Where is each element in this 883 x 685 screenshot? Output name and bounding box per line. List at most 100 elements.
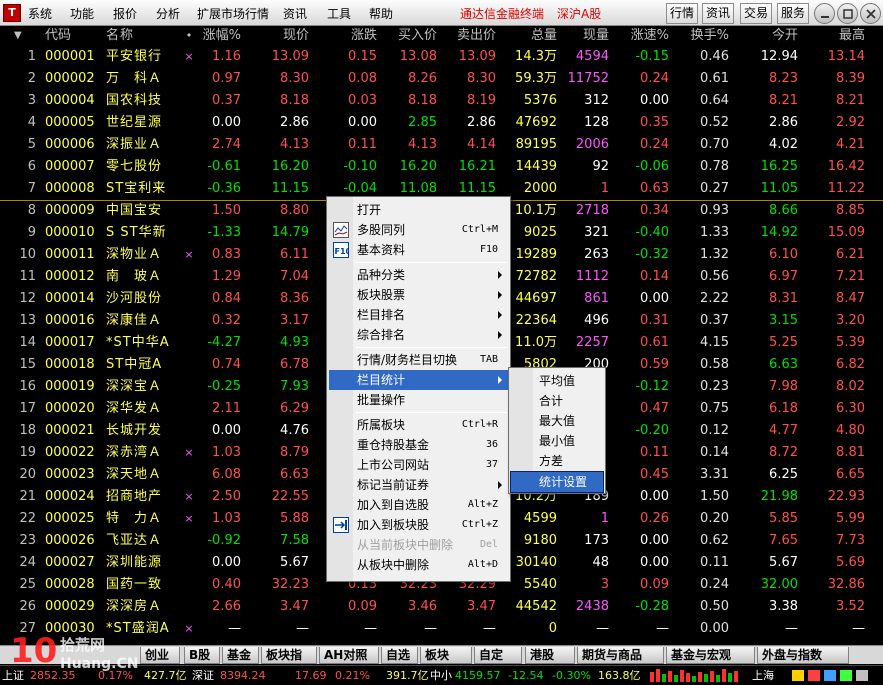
speed-pct: 0.14 — [640, 269, 669, 284]
minimize-icon[interactable] — [814, 3, 835, 24]
stock-name: 深华发Ａ — [106, 401, 163, 416]
tab-market[interactable]: 期货与商品 — [577, 647, 664, 664]
row-number: 18 — [19, 423, 36, 438]
menu-item-label: 栏目统计 — [357, 373, 406, 387]
header-bid[interactable]: 买入价 — [383, 26, 437, 46]
header-high[interactable]: 最高 — [810, 26, 865, 46]
turnover-pct: 0.27 — [700, 181, 729, 196]
tab-market[interactable]: 外盘与指数 — [757, 647, 849, 664]
menu-help[interactable]: 帮助 — [369, 6, 393, 22]
menu-info[interactable]: 资讯 — [283, 6, 307, 22]
speed-pct: 0.35 — [640, 115, 669, 130]
submenu-item[interactable]: 平均值 — [511, 371, 603, 391]
pct-change: 1.50 — [212, 203, 241, 218]
context-menu-item[interactable]: 上市公司网站 37 — [329, 455, 508, 475]
quote-button[interactable]: 行情 — [666, 3, 698, 24]
header-code[interactable]: 代码 — [45, 26, 100, 46]
row-number: 23 — [19, 533, 36, 548]
header-volume[interactable]: 总量 — [500, 26, 557, 46]
current-price: 7.04 — [280, 269, 309, 284]
tab-market[interactable]: 创业 — [140, 647, 180, 664]
context-menu: 打开 多股同列 Ctrl+M F10 基本资料 F10 品种分类 板块股票 栏目排名 综合排名行情… — [326, 196, 511, 582]
context-menu-item[interactable]: 从板块中删除 Alt+D — [329, 555, 508, 575]
header-pct[interactable]: 涨幅% — [195, 26, 241, 46]
price-change: 0.03 — [348, 93, 377, 108]
context-menu-item[interactable]: 品种分类 — [329, 265, 508, 285]
submenu-item[interactable]: 方差 — [511, 451, 603, 471]
table-row[interactable]: 26 000029 深深房Ａ 2.66 3.47 0.09 3.46 3.47 44542 243… — [0, 596, 883, 618]
high-price: 8.47 — [836, 291, 865, 306]
submenu-item[interactable]: 最大值 — [511, 411, 603, 431]
tab-market[interactable]: 自选 — [381, 647, 418, 664]
header-ask[interactable]: 卖出价 — [442, 26, 496, 46]
submenu-item[interactable]: 最小值 — [511, 431, 603, 451]
tab-market[interactable]: 自定 — [474, 647, 522, 664]
current-price: 32.23 — [271, 577, 309, 592]
menu-item-shortcut: Ctrl+M — [461, 224, 498, 235]
header-speed[interactable]: 涨速% — [620, 26, 669, 46]
tab-market[interactable]: 港股 — [525, 647, 575, 664]
context-menu-item[interactable]: 多股同列 Ctrl+M — [329, 220, 508, 240]
table-row[interactable]: 6 000007 零七股份 -0.61 16.20 -0.10 16.20 16.21 1443… — [0, 156, 883, 178]
stock-code: 000026 — [45, 533, 95, 548]
row-number: 8 — [27, 203, 36, 218]
submenu-item-label: 统计设置 — [539, 475, 588, 489]
context-menu-item[interactable]: 标记当前证券 — [329, 475, 508, 495]
header-current-volume[interactable]: 现量 — [560, 26, 609, 46]
menu-system[interactable]: 系统 — [28, 6, 52, 22]
open-price: 6.25 — [769, 467, 798, 482]
tab-market[interactable]: B股 — [184, 647, 220, 664]
header-name[interactable]: 名称 — [106, 26, 176, 46]
bid-price: — — [424, 621, 437, 636]
context-menu-item[interactable]: 综合排名 — [329, 325, 508, 345]
header-open[interactable]: 今开 — [745, 26, 798, 46]
stock-name: 招商地产 — [106, 489, 163, 504]
submenu-item[interactable]: 统计设置 — [510, 471, 604, 493]
table-row[interactable]: 3 000004 国农科技 0.37 8.18 0.03 8.18 8.19 5376 312 0.… — [0, 90, 883, 112]
tab-market[interactable]: AH对照 — [319, 647, 379, 664]
pct-change: 1.03 — [212, 445, 241, 460]
ask-price: 8.30 — [467, 71, 496, 86]
row-number: 25 — [19, 577, 36, 592]
price-change: 0.11 — [348, 137, 377, 152]
table-row[interactable]: 2 000002 万 科Ａ 0.97 8.30 0.08 8.26 8.30 59.3万 1175… — [0, 68, 883, 90]
app-logo-icon[interactable]: T — [3, 4, 21, 22]
context-menu-item[interactable]: 加入到板块股 Ctrl+Z — [329, 515, 508, 535]
header-price[interactable]: 现价 — [255, 26, 309, 46]
menu-quote[interactable]: 报价 — [113, 6, 137, 22]
service-button[interactable]: 服务 — [777, 3, 809, 24]
sort-down-icon[interactable]: ▼ — [14, 26, 28, 46]
context-menu-item[interactable]: 批量操作 — [329, 390, 508, 410]
context-menu-item[interactable]: 打开 — [329, 200, 508, 220]
menu-analysis[interactable]: 分析 — [156, 6, 180, 22]
menu-extended-market[interactable]: 扩展市场行情 — [197, 6, 269, 22]
info-button[interactable]: 资讯 — [702, 3, 734, 24]
close-icon[interactable] — [860, 3, 881, 24]
tab-market[interactable]: 板块指数 — [261, 647, 317, 679]
table-row[interactable]: 1 000001 平安银行 × 1.16 13.09 0.15 13.08 13.09 14.3万… — [0, 46, 883, 68]
context-menu-item[interactable]: F10 基本资料 F10 — [329, 240, 508, 260]
menu-function[interactable]: 功能 — [70, 6, 94, 22]
table-row[interactable]: 4 000005 世纪星源 0.00 2.86 0.00 2.85 2.86 47692 128 0… — [0, 112, 883, 134]
header-turnover[interactable]: 换手% — [683, 26, 729, 46]
row-number: 22 — [19, 511, 36, 526]
tab-market[interactable]: 基金与宏观 — [666, 647, 755, 664]
context-menu-item[interactable]: 栏目统计 — [329, 370, 508, 390]
table-row[interactable]: 5 000006 深振业Ａ 2.74 4.13 0.11 4.13 4.14 89195 2006… — [0, 134, 883, 156]
context-menu-item[interactable]: 栏目排名 — [329, 305, 508, 325]
maximize-icon[interactable] — [837, 3, 858, 24]
trade-button[interactable]: 交易 — [740, 3, 772, 24]
tab-market[interactable]: 基金 — [222, 647, 259, 664]
menu-tools[interactable]: 工具 — [327, 6, 351, 22]
speed-pct: 0.61 — [640, 335, 669, 350]
speed-pct: 0.31 — [640, 313, 669, 328]
pct-change: 1.03 — [212, 511, 241, 526]
header-change[interactable]: 涨跌 — [328, 26, 377, 46]
context-menu-item[interactable]: 板块股票 — [329, 285, 508, 305]
context-menu-item[interactable]: 加入到自选股 Alt+Z — [329, 495, 508, 515]
tab-market[interactable]: 板块 — [420, 647, 472, 664]
context-menu-item[interactable]: 行情/财务栏目切换 TAB — [329, 350, 508, 370]
context-menu-item[interactable]: 所属板块 Ctrl+R — [329, 415, 508, 435]
context-menu-item[interactable]: 重仓持股基金 36 — [329, 435, 508, 455]
submenu-item[interactable]: 合计 — [511, 391, 603, 411]
